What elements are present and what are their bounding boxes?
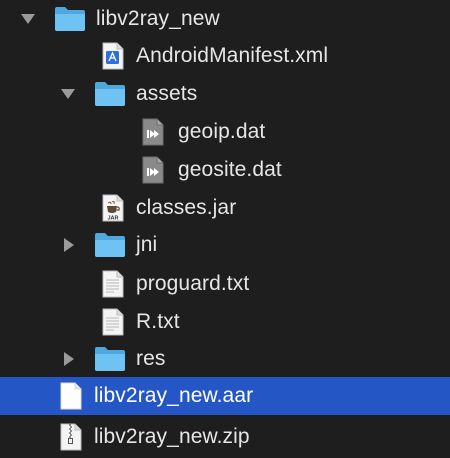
binary-file-icon [142,156,164,184]
xml-file-icon [102,42,124,70]
jar-file-icon: JAR [102,194,124,222]
tree-row-label: proguard.txt [136,272,250,295]
tree-row-label: libv2ray_new.zip [94,425,250,448]
disclosure-expanded-icon[interactable] [19,10,37,28]
tree-row-libv2ray-zip[interactable]: libv2ray_new.zip [0,418,450,456]
disclosure-expanded-icon[interactable] [59,85,77,103]
tree-row-geosite[interactable]: geosite.dat [0,151,450,189]
blank-file-icon [60,382,82,410]
tree-row-label: jni [136,233,158,256]
tree-row-r-txt[interactable]: R.txt [0,303,450,341]
tree-row-label: res [136,347,166,370]
folder-icon [94,232,126,258]
folder-icon [94,346,126,372]
tree-row-proguard[interactable]: proguard.txt [0,265,450,303]
tree-row-res[interactable]: res [0,340,450,378]
tree-row-label: geosite.dat [178,158,282,181]
tree-row-label: classes.jar [136,196,237,219]
binary-file-icon [142,118,164,146]
tree-row-label: R.txt [136,310,180,333]
tree-row-libv2ray-new[interactable]: libv2ray_new [0,0,450,38]
tree-row-assets[interactable]: assets [0,75,450,113]
tree-row-classes-jar[interactable]: JAR classes.jar [0,189,450,227]
tree-row-androidmanifest[interactable]: AndroidManifest.xml [0,37,450,75]
tree-row-label: libv2ray_new [96,7,220,30]
tree-row-geoip[interactable]: geoip.dat [0,113,450,151]
zip-file-icon [60,423,82,451]
text-file-icon [102,270,124,298]
tree-row-libv2ray-aar[interactable]: libv2ray_new.aar [0,377,450,415]
disclosure-collapsed-icon[interactable] [60,350,78,368]
tree-row-label: assets [136,82,198,105]
disclosure-collapsed-icon[interactable] [60,236,78,254]
tree-row-label: geoip.dat [178,120,266,143]
text-file-icon [102,308,124,336]
folder-icon [94,81,126,107]
file-tree: libv2ray_new AndroidManifest.xml assets [0,0,450,458]
tree-row-jni[interactable]: jni [0,226,450,264]
folder-icon [54,6,86,32]
jar-icon-label: JAR [107,216,118,222]
tree-row-label: AndroidManifest.xml [136,44,329,67]
tree-row-label: libv2ray_new.aar [94,384,254,407]
